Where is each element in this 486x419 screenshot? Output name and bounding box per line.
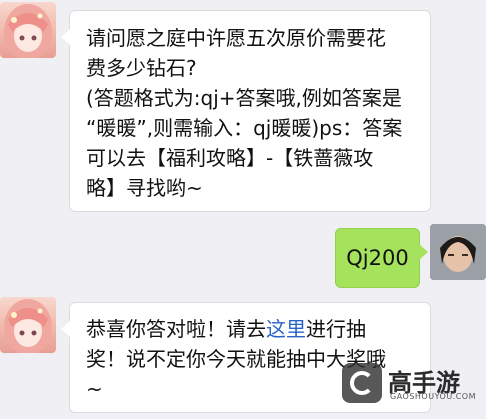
message-line: (答题格式为:qj+答案哦,例如答案是 — [86, 86, 402, 110]
message-text: 恭喜你答对啦！请去 — [86, 317, 266, 341]
lottery-link[interactable]: 这里 — [266, 317, 306, 341]
user-photo-icon — [430, 224, 486, 280]
message-line: 略】寻找哟~ — [86, 176, 203, 200]
message-bubble-question[interactable]: 请问愿之庭中许愿五次原价需要花 费多少钻石? (答题格式为:qj+答案哦,例如答… — [61, 10, 431, 212]
watermark-domain: GAOSHOUYOU.COM — [390, 392, 477, 401]
user-avatar[interactable] — [430, 224, 486, 280]
message-bubble-answer[interactable]: Qj200 — [335, 228, 428, 288]
message-line: 可以去【福利攻略】-【铁蔷薇攻 — [86, 146, 374, 170]
message-line: 恭喜你答对啦！请去这里进行抽 — [86, 314, 420, 344]
message-line: “暖暖”,则需输入：qj暖暖)ps：答案 — [86, 116, 403, 140]
message-line: 请问愿之庭中许愿五次原价需要花 — [86, 26, 386, 50]
gaoshouyou-logo-icon — [342, 363, 382, 403]
anime-girl-icon — [4, 299, 52, 353]
anime-girl-icon — [4, 4, 52, 58]
bot-avatar[interactable] — [0, 2, 56, 58]
message-text: Qj200 — [346, 246, 409, 270]
message-line: 费多少钻石? — [86, 56, 197, 80]
message-text: 进行抽 — [306, 317, 366, 341]
bot-avatar[interactable] — [0, 297, 56, 353]
watermark: 高手游 GAOSHOUYOU.COM — [342, 363, 476, 405]
